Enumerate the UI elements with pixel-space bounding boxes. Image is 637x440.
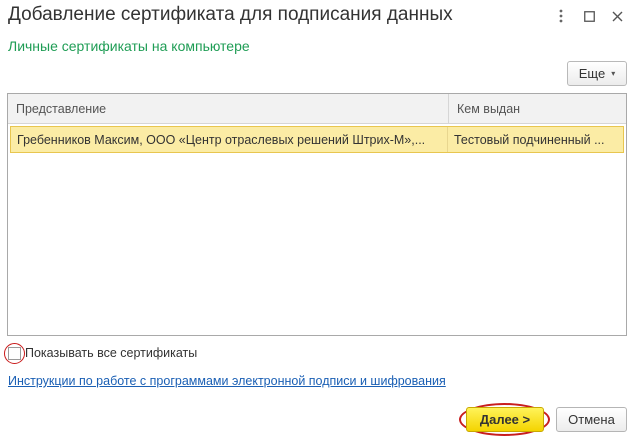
table-row[interactable]: Гребенников Максим, ООО «Центр отраслевы… (10, 126, 624, 153)
chevron-down-icon: ▾ (611, 69, 616, 78)
cell-issuer: Тестовый подчиненный ... (454, 132, 605, 147)
table-header: Представление Кем выдан (8, 94, 626, 124)
cell-presentation: Гребенников Максим, ООО «Центр отраслевы… (11, 127, 448, 152)
cancel-button[interactable]: Отмена (556, 407, 627, 432)
column-header-presentation[interactable]: Представление (8, 94, 449, 123)
show-all-label[interactable]: Показывать все сертификаты (25, 346, 197, 360)
instructions-link[interactable]: Инструкции по работе с программами элект… (8, 374, 446, 388)
more-button-label: Еще (578, 66, 606, 81)
more-button[interactable]: Еще ▾ (567, 61, 627, 86)
certificates-table[interactable]: Представление Кем выдан Гребенников Макс… (7, 93, 627, 336)
window-title: Добавление сертификата для подписания да… (8, 4, 453, 25)
next-button[interactable]: Далее > (466, 407, 544, 432)
show-all-checkbox[interactable] (4, 342, 25, 364)
show-all-option[interactable]: Показывать все сертификаты (4, 342, 197, 364)
column-header-issuer[interactable]: Кем выдан (449, 94, 626, 123)
section-title: Личные сертификаты на компьютере (8, 38, 250, 54)
more-actions-icon[interactable] (547, 4, 575, 28)
window-controls (547, 4, 631, 28)
close-icon[interactable] (603, 4, 631, 28)
maximize-icon[interactable] (575, 4, 603, 28)
